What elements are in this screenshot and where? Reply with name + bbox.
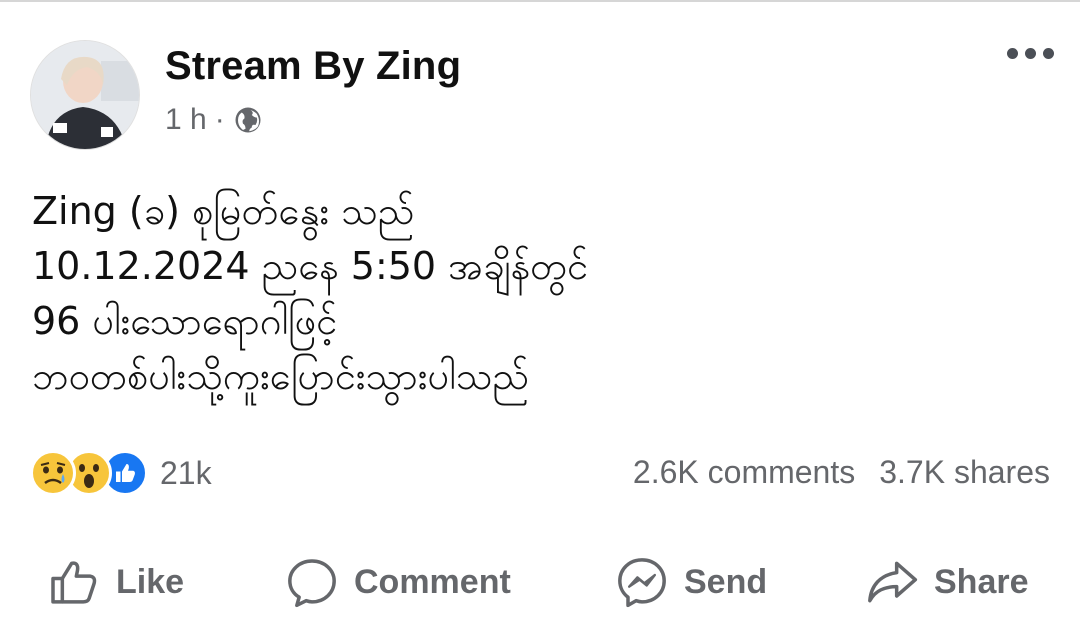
- post-body: Zing (ခ) စုမြတ်နွေး သည် 10.12.2024 ညနေ 5…: [32, 184, 1042, 404]
- post-line: 10.12.2024 ညနေ 5:50 အချိန်တွင်: [32, 244, 589, 288]
- share-button[interactable]: Share: [864, 554, 1029, 610]
- thumbs-up-icon: [51, 561, 97, 604]
- post-meta: 1 h ·: [165, 103, 263, 137]
- more-dot-icon: [1043, 48, 1054, 59]
- send-label: Send: [684, 562, 768, 601]
- post-stats: 2.6K comments 3.7K shares: [633, 454, 1050, 491]
- more-dot-icon: [1025, 48, 1036, 59]
- sad-icon: [30, 450, 76, 496]
- reaction-count: 21k: [160, 454, 212, 491]
- like-label: Like: [116, 562, 185, 601]
- reactions-summary[interactable]: 21k: [30, 450, 212, 496]
- comment-button[interactable]: Comment: [284, 554, 511, 610]
- like-button[interactable]: Like: [46, 554, 184, 610]
- more-options-button[interactable]: [1007, 48, 1054, 59]
- comment-bubble-icon: [288, 559, 336, 608]
- comment-label: Comment: [354, 562, 511, 601]
- post-time[interactable]: 1 h: [165, 103, 207, 137]
- post-line: ဘဝတစ်ပါးသို့ကူးပြောင်းသွားပါသည်: [32, 354, 530, 398]
- more-dot-icon: [1007, 48, 1018, 59]
- send-button[interactable]: Send: [614, 554, 767, 610]
- globe-icon[interactable]: [233, 105, 263, 135]
- post-line: 96 ပါးသောရောဂါဖြင့်: [32, 299, 338, 343]
- messenger-icon: [618, 558, 666, 608]
- avatar-photo: [31, 41, 139, 149]
- shares-count[interactable]: 3.7K shares: [879, 454, 1050, 491]
- comments-count[interactable]: 2.6K comments: [633, 454, 855, 491]
- post-line: Zing (ခ) စုမြတ်နွေး သည်: [32, 189, 415, 233]
- author-name[interactable]: Stream By Zing: [165, 44, 461, 89]
- share-arrow-icon: [868, 561, 918, 603]
- action-bar: Like Comment Send Share: [0, 547, 1080, 617]
- meta-separator: ·: [214, 103, 225, 136]
- reaction-icons: [30, 450, 148, 496]
- share-label: Share: [934, 562, 1029, 601]
- author-avatar[interactable]: [30, 40, 140, 150]
